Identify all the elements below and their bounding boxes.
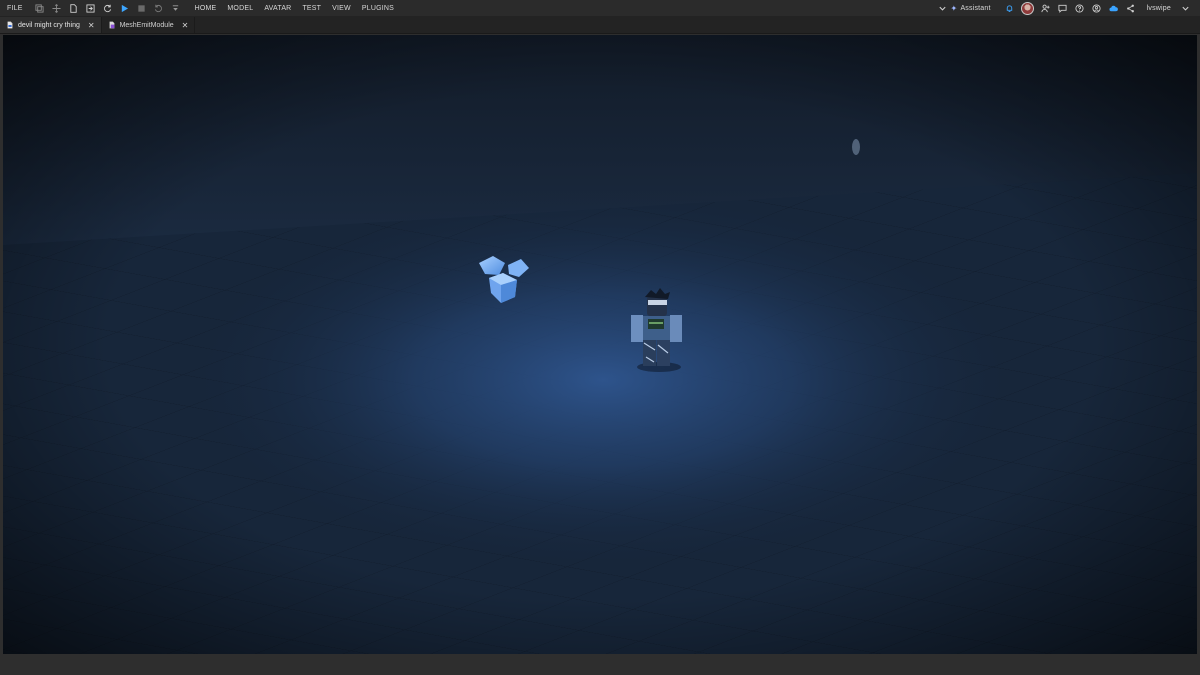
place-icon	[6, 21, 14, 29]
move-icon[interactable]	[51, 3, 62, 14]
bottom-status-bar	[0, 654, 1200, 675]
tab-module-script[interactable]: MeshEmitModule ✕	[102, 17, 196, 33]
tab-label: devil might cry thing	[18, 21, 80, 29]
quick-access-dropdown-icon[interactable]	[170, 3, 181, 14]
close-icon[interactable]: ✕	[182, 21, 189, 30]
menu-plugins[interactable]: PLUGINS	[362, 5, 394, 12]
close-icon[interactable]: ✕	[88, 21, 95, 30]
cloud-icon[interactable]	[1108, 3, 1119, 14]
topbar-right-controls: ✦ Assistant lvswipe	[934, 1, 1194, 15]
stop-icon[interactable]	[136, 3, 147, 14]
menu-view[interactable]: VIEW	[332, 5, 351, 12]
new-file-icon[interactable]	[68, 3, 79, 14]
chat-icon[interactable]	[1057, 3, 1068, 14]
file-menu[interactable]: FILE	[7, 5, 23, 12]
tab-place[interactable]: devil might cry thing ✕	[0, 17, 102, 33]
avatar[interactable]	[1020, 1, 1034, 15]
menu-test[interactable]: TEST	[302, 5, 321, 12]
chevron-down-icon[interactable]	[937, 3, 948, 14]
viewport-scene	[3, 35, 1197, 654]
account-chevron-down-icon[interactable]	[1180, 3, 1191, 14]
studio-window: FILE HOME MODEL AVATAR TEST VIEW PLUGINS…	[0, 0, 1200, 675]
menu-avatar[interactable]: AVATAR	[264, 5, 291, 12]
share-icon[interactable]	[1125, 3, 1136, 14]
3d-viewport[interactable]	[3, 35, 1197, 654]
notifications-icon[interactable]	[1004, 3, 1015, 14]
help-icon[interactable]	[1074, 3, 1085, 14]
copy-icon[interactable]	[34, 3, 45, 14]
add-friend-icon[interactable]	[1040, 3, 1051, 14]
tab-label: MeshEmitModule	[119, 21, 174, 29]
menu-model[interactable]: MODEL	[227, 5, 253, 12]
top-toolbar: FILE HOME MODEL AVATAR TEST VIEW PLUGINS…	[0, 0, 1200, 16]
redo-icon[interactable]	[102, 3, 113, 14]
assistant-button[interactable]: ✦ Assistant	[951, 4, 991, 13]
vignette-overlay	[3, 35, 1197, 654]
team-create-icon[interactable]	[1091, 3, 1102, 14]
undo-icon[interactable]	[153, 3, 164, 14]
document-tab-bar: devil might cry thing ✕ MeshEmitModule ✕	[0, 16, 1200, 34]
username-label[interactable]: lvswipe	[1147, 5, 1171, 12]
module-script-icon	[108, 21, 116, 29]
play-icon[interactable]	[119, 3, 130, 14]
sparkle-icon: ✦	[950, 3, 958, 13]
menu-home[interactable]: HOME	[195, 5, 217, 12]
assistant-label: Assistant	[960, 4, 991, 12]
import-icon[interactable]	[85, 3, 96, 14]
